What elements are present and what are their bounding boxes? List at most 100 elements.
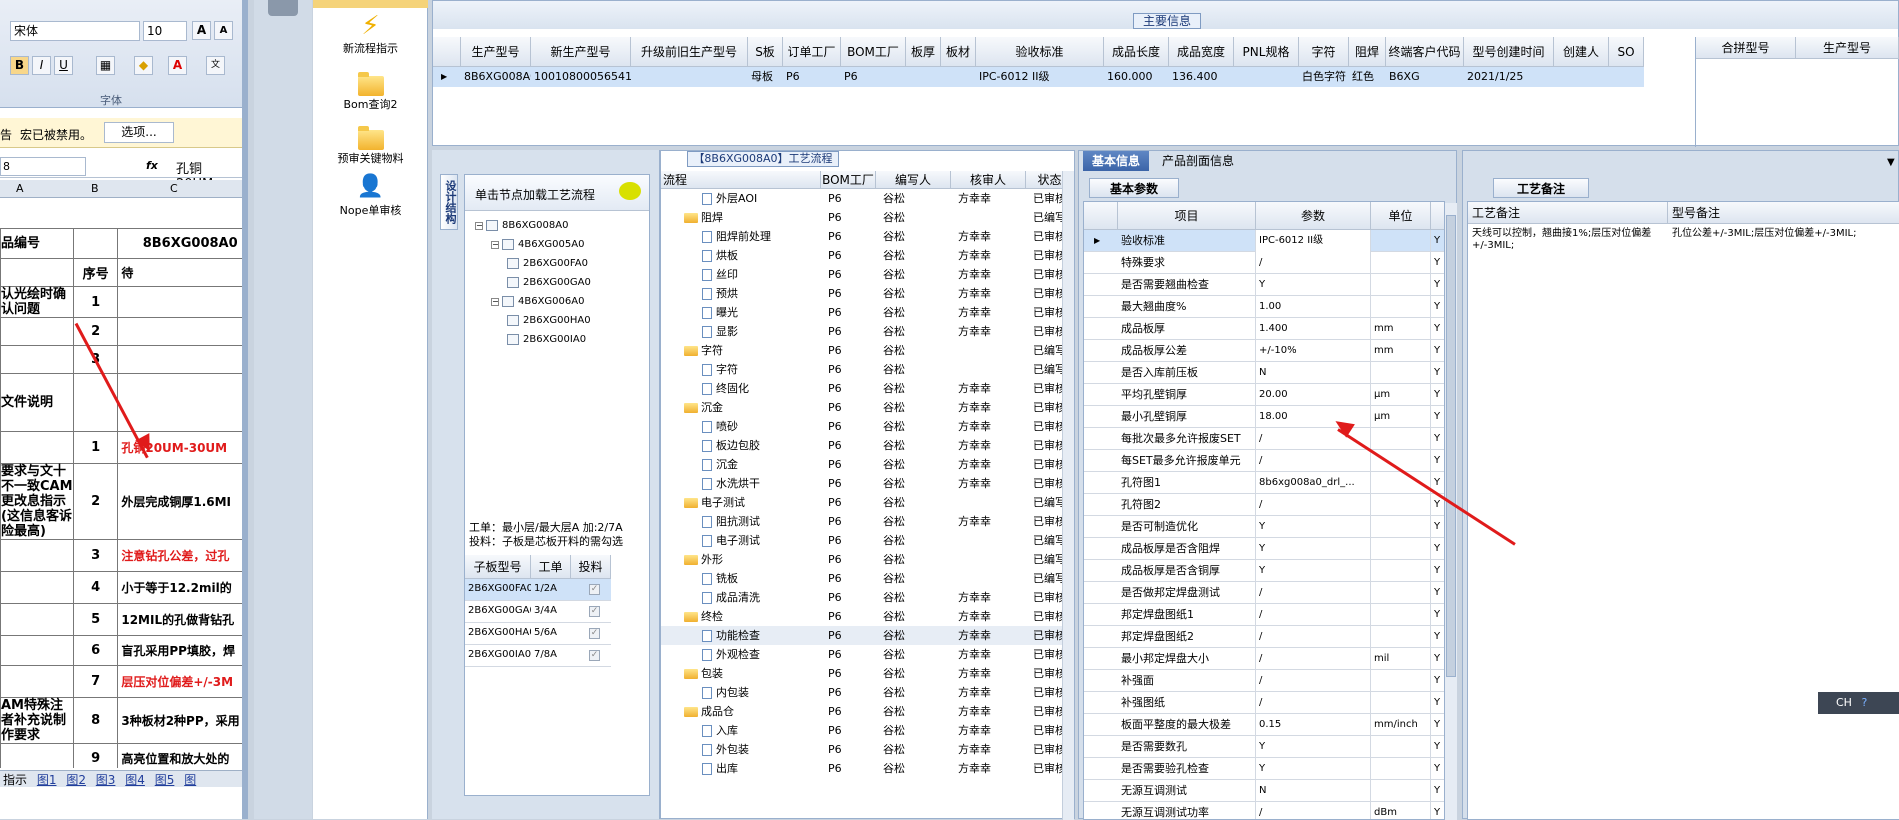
tree-node[interactable]: − 8B6XG008A0 [475,215,568,234]
table-cell[interactable]: P6 [825,246,876,265]
table-cell[interactable]: 方幸幸 [955,607,1026,626]
process-scrollbar[interactable] [1062,171,1074,820]
process-step[interactable]: 曝光 [699,303,821,322]
param-name[interactable]: 每SET最多允许报废单元 [1118,450,1256,472]
nav-item-key-materials[interactable]: 预审关键物料 [313,124,428,166]
process-step[interactable]: 包装 [681,664,821,683]
font-size-select[interactable]: 10 [143,21,187,41]
table-cell[interactable]: 160.000 [1104,67,1169,87]
process-step[interactable]: 阻焊前处理 [699,227,821,246]
process-row[interactable]: 终检 P6 谷松 方幸幸 已审核 [661,607,1074,626]
process-row[interactable]: 包装 P6 谷松 方幸幸 已审核 [661,664,1074,683]
param-unit[interactable] [1371,274,1431,296]
param-row[interactable]: 孔符图2/Y [1084,494,1444,516]
param-flag[interactable]: Y [1431,802,1444,819]
param-flag[interactable]: Y [1431,714,1444,736]
table-cell[interactable]: 谷松 [880,702,951,721]
param-row[interactable]: 是否做邦定焊盘测试 / Y [1084,582,1444,604]
param-unit[interactable] [1371,626,1431,648]
excel-cell[interactable] [72,228,119,259]
param-unit[interactable] [1371,252,1431,274]
param-flag[interactable]: Y [1431,384,1444,406]
column-header[interactable]: 板材 [941,37,976,67]
column-header[interactable]: BOM工厂 [821,171,876,189]
table-cell[interactable]: 谷松 [880,322,951,341]
param-name[interactable]: 是否可制造优化 [1118,516,1256,538]
table-cell[interactable]: 方幸幸 [955,398,1026,417]
param-value[interactable]: / [1256,582,1371,604]
param-name[interactable]: 邦定焊盘图纸2 [1118,626,1256,648]
name-box[interactable]: 8 [0,157,86,176]
param-name[interactable]: 成品板厚 [1118,318,1256,340]
excel-cell[interactable]: 12MIL的孔做背钻孔 [117,603,242,636]
table-cell[interactable]: P6 [825,740,876,759]
tree-node[interactable]: 2B6XG00FA0 [507,253,588,272]
param-name[interactable]: 孔符图1 [1118,472,1256,494]
param-name[interactable]: 无源互调测试 [1118,780,1256,802]
toolbar-icon[interactable] [268,0,298,16]
param-name[interactable]: 最小孔壁铜厚 [1118,406,1256,428]
param-flag[interactable]: Y [1431,406,1444,428]
param-value[interactable]: / [1256,604,1371,626]
table-cell[interactable]: 谷松 [880,227,951,246]
table-cell[interactable]: 方幸幸 [955,265,1026,284]
process-step[interactable]: 阻抗测试 [699,512,821,531]
process-step[interactable]: 功能检查 [699,626,821,645]
table-cell[interactable]: P6 [825,626,876,645]
tab-basic-info[interactable]: 基本信息 [1083,151,1149,171]
column-header[interactable]: 流程 [661,171,821,189]
language-bar[interactable]: CH ? [1818,692,1899,714]
table-cell[interactable]: 方幸幸 [955,645,1026,664]
expand-toggle-icon[interactable]: − [475,222,483,230]
param-row[interactable]: 无源互调测试 N Y [1084,780,1444,802]
table-cell[interactable]: 方幸幸 [955,322,1026,341]
excel-cell[interactable] [117,286,242,318]
param-unit[interactable] [1371,494,1431,516]
param-value[interactable]: N [1256,780,1371,802]
param-flag[interactable]: Y [1431,428,1444,450]
param-unit[interactable]: mm/inch [1371,714,1431,736]
process-remark-text[interactable]: 天线可以控制，翘曲接1%;层压对位偏差+/-3MIL; [1472,228,1662,252]
param-name[interactable]: 是否入库前压板 [1118,362,1256,384]
param-value[interactable]: 20.00 [1256,384,1371,406]
excel-cell[interactable] [0,665,74,698]
table-cell[interactable]: 谷松 [880,645,951,664]
sheet-tab[interactable]: 图4 [122,773,148,787]
param-name[interactable]: 补强图纸 [1118,692,1256,714]
param-value[interactable]: 1.400 [1256,318,1371,340]
params-scrollbar[interactable] [1445,203,1457,820]
param-name[interactable]: 是否需要验孔检查 [1118,758,1256,780]
process-row[interactable]: 出库 P6 谷松 方幸幸 已审核 [661,759,1074,778]
param-flag[interactable]: Y [1431,450,1444,472]
nav-item-bom-query[interactable]: Bom查询2 [313,70,428,112]
sheet-tab[interactable]: 图 [181,773,199,787]
excel-cell[interactable]: 序号 [72,258,119,287]
process-step[interactable]: 阻焊 [681,208,821,227]
param-value[interactable]: Y [1256,516,1371,538]
table-cell[interactable]: 方幸幸 [955,284,1026,303]
param-flag[interactable]: Y [1431,736,1444,758]
param-row[interactable]: 成品板厚是否含阻焊 Y Y [1084,538,1444,560]
table-cell[interactable]: P6 [825,303,876,322]
nav-item-new-process[interactable]: ⚡ 新流程指示 [313,12,428,56]
table-cell[interactable]: 谷松 [880,759,951,778]
param-name[interactable]: 特殊要求 [1118,252,1256,274]
table-row[interactable]: 2B6XG00GA0 3/4A ✓ [465,601,611,623]
table-cell[interactable]: 2B6XG00GA0 [465,601,531,621]
excel-cell[interactable] [0,743,74,768]
table-cell[interactable]: P6 [825,721,876,740]
param-value[interactable]: Y [1256,538,1371,560]
param-unit[interactable]: dBm [1371,802,1431,819]
column-header[interactable]: S板 [748,37,783,67]
table-cell[interactable]: P6 [825,645,876,664]
param-unit[interactable] [1371,362,1431,384]
border-icon[interactable]: ▦ [96,56,115,75]
excel-cell[interactable]: 5 [72,603,119,636]
table-cell[interactable]: P6 [825,531,876,550]
table-cell[interactable]: P6 [825,379,876,398]
excel-cell[interactable]: 6 [72,635,119,666]
table-cell[interactable]: 2B6XG00HA0 [465,623,531,643]
table-cell[interactable]: P6 [825,455,876,474]
param-value[interactable]: Y [1256,274,1371,296]
param-value[interactable]: 1.00 [1256,296,1371,318]
